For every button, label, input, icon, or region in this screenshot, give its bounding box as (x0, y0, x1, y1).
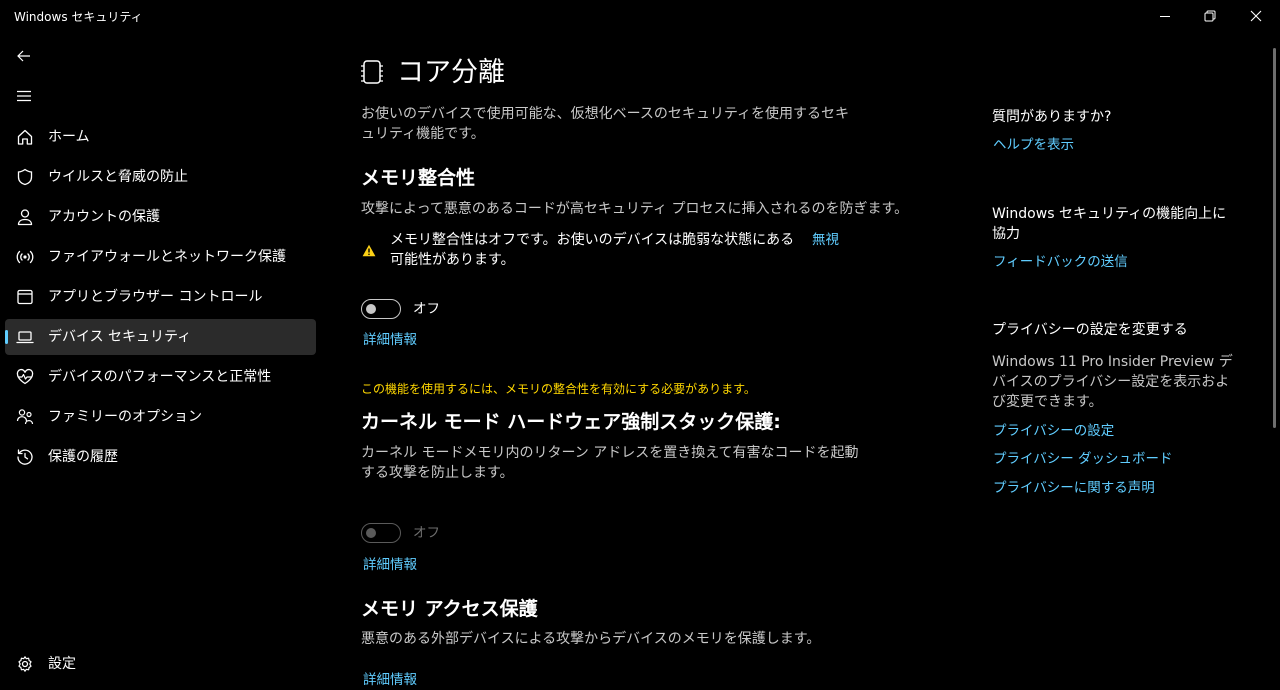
nav-item-family-options[interactable]: ファミリーのオプション (5, 399, 316, 435)
help-link[interactable]: ヘルプを表示 (993, 135, 1074, 155)
kernel-stack-heading: カーネル モード ハードウェア強制スタック保護: (361, 411, 781, 433)
memory-access-heading: メモリ アクセス保護 (361, 598, 538, 620)
back-arrow-icon (17, 50, 30, 62)
nav-item-label: アカウントの保護 (48, 209, 160, 225)
wireless-signal-icon (16, 250, 34, 264)
kernel-stack-learn-more-link[interactable]: 詳細情報 (363, 555, 417, 575)
privacy-dashboard-link[interactable]: プライバシー ダッシュボード (993, 449, 1173, 469)
gear-icon (18, 656, 32, 672)
kernel-stack-requirement-notice: この機能を使用するには、メモリの整合性を有効にする必要があります。 (361, 382, 756, 396)
improve-heading: Windows セキュリティの機能向上に協力 (992, 206, 1227, 242)
memory-integrity-toggle[interactable] (361, 299, 401, 319)
nav-item-label: 設定 (48, 656, 76, 672)
close-icon (1250, 10, 1262, 22)
memory-integrity-toggle-state: オフ (413, 301, 440, 317)
memory-integrity-learn-more-link[interactable]: 詳細情報 (363, 330, 417, 350)
privacy-text: Windows 11 Pro Insider Preview デバイスのプライバ… (992, 354, 1233, 410)
privacy-heading: プライバシーの設定を変更する (992, 322, 1188, 338)
nav-item-label: デバイスのパフォーマンスと正常性 (48, 369, 272, 385)
nav-item-account-protection[interactable]: アカウントの保護 (5, 199, 316, 235)
nav-item-label: アプリとブラウザー コントロール (48, 289, 263, 305)
warning-icon (362, 244, 376, 257)
memory-integrity-warning: メモリ整合性はオフです。お使いのデバイスは脆弱な状態にある可能性があります。 (390, 232, 795, 268)
kernel-stack-description: カーネル モードメモリ内のリターン アドレスを置き換えて有害なコードを起動する攻… (361, 445, 859, 481)
person-icon (17, 209, 33, 226)
nav-item-virus-protection[interactable]: ウイルスと脅威の防止 (5, 159, 316, 195)
heart-pulse-icon (16, 368, 34, 385)
memory-access-description: 悪意のある外部デバイスによる攻撃からデバイスのメモリを保護します。 (361, 631, 821, 647)
memory-access-learn-more-link[interactable]: 詳細情報 (363, 670, 417, 690)
nav-item-label: 保護の履歴 (48, 449, 118, 465)
close-button[interactable] (1233, 0, 1279, 32)
family-icon (16, 409, 34, 425)
privacy-statement-link[interactable]: プライバシーに関する声明 (993, 478, 1155, 498)
memory-integrity-description: 攻撃によって悪意のあるコードが高セキュリティ プロセスに挿入されるのを防ぎます。 (361, 201, 909, 217)
nav-item-label: ファイアウォールとネットワーク保護 (48, 249, 286, 265)
nav-item-device-security[interactable]: デバイス セキュリティ (5, 319, 316, 355)
toggle-knob (366, 528, 376, 538)
toggle-knob (366, 304, 376, 314)
question-heading: 質問がありますか? (992, 109, 1112, 125)
nav-item-label: ファミリーのオプション (48, 409, 202, 425)
history-icon (17, 449, 33, 465)
page-title: コア分離 (397, 57, 505, 88)
nav-item-device-performance[interactable]: デバイスのパフォーマンスと正常性 (5, 359, 316, 395)
nav-item-firewall[interactable]: ファイアウォールとネットワーク保護 (5, 239, 316, 275)
nav-item-protection-history[interactable]: 保護の履歴 (5, 439, 316, 475)
minimize-icon (1160, 16, 1170, 17)
home-icon (17, 129, 33, 145)
dismiss-link[interactable]: 無視 (812, 230, 839, 250)
scrollbar[interactable] (1273, 48, 1276, 428)
back-button[interactable] (10, 42, 38, 70)
privacy-settings-link[interactable]: プライバシーの設定 (993, 421, 1114, 441)
feedback-link[interactable]: フィードバックの送信 (993, 252, 1128, 272)
restore-button[interactable] (1187, 0, 1233, 32)
nav-item-label: ウイルスと脅威の防止 (48, 169, 188, 185)
minimize-button[interactable] (1142, 0, 1188, 32)
nav-item-home[interactable]: ホーム (5, 119, 316, 155)
nav-item-app-browser-control[interactable]: アプリとブラウザー コントロール (5, 279, 316, 315)
page-description: お使いのデバイスで使用可能な、仮想化ベースのセキュリティを使用するセキュリティ機… (361, 106, 850, 142)
kernel-stack-toggle-state: オフ (413, 525, 440, 541)
app-window-icon (17, 289, 33, 305)
memory-integrity-heading: メモリ整合性 (361, 167, 476, 189)
hamburger-menu-icon (17, 90, 31, 102)
core-isolation-chip-icon (361, 60, 383, 84)
nav-item-label: ホーム (48, 129, 90, 145)
menu-button[interactable] (10, 82, 38, 110)
shield-icon (17, 168, 33, 186)
restore-icon (1204, 10, 1216, 22)
nav-item-settings[interactable]: 設定 (5, 646, 316, 682)
selection-indicator (5, 330, 8, 344)
window-title: Windows セキュリティ (14, 10, 143, 24)
kernel-stack-toggle[interactable] (361, 523, 401, 543)
laptop-icon (16, 331, 34, 344)
nav-item-label: デバイス セキュリティ (48, 329, 192, 345)
